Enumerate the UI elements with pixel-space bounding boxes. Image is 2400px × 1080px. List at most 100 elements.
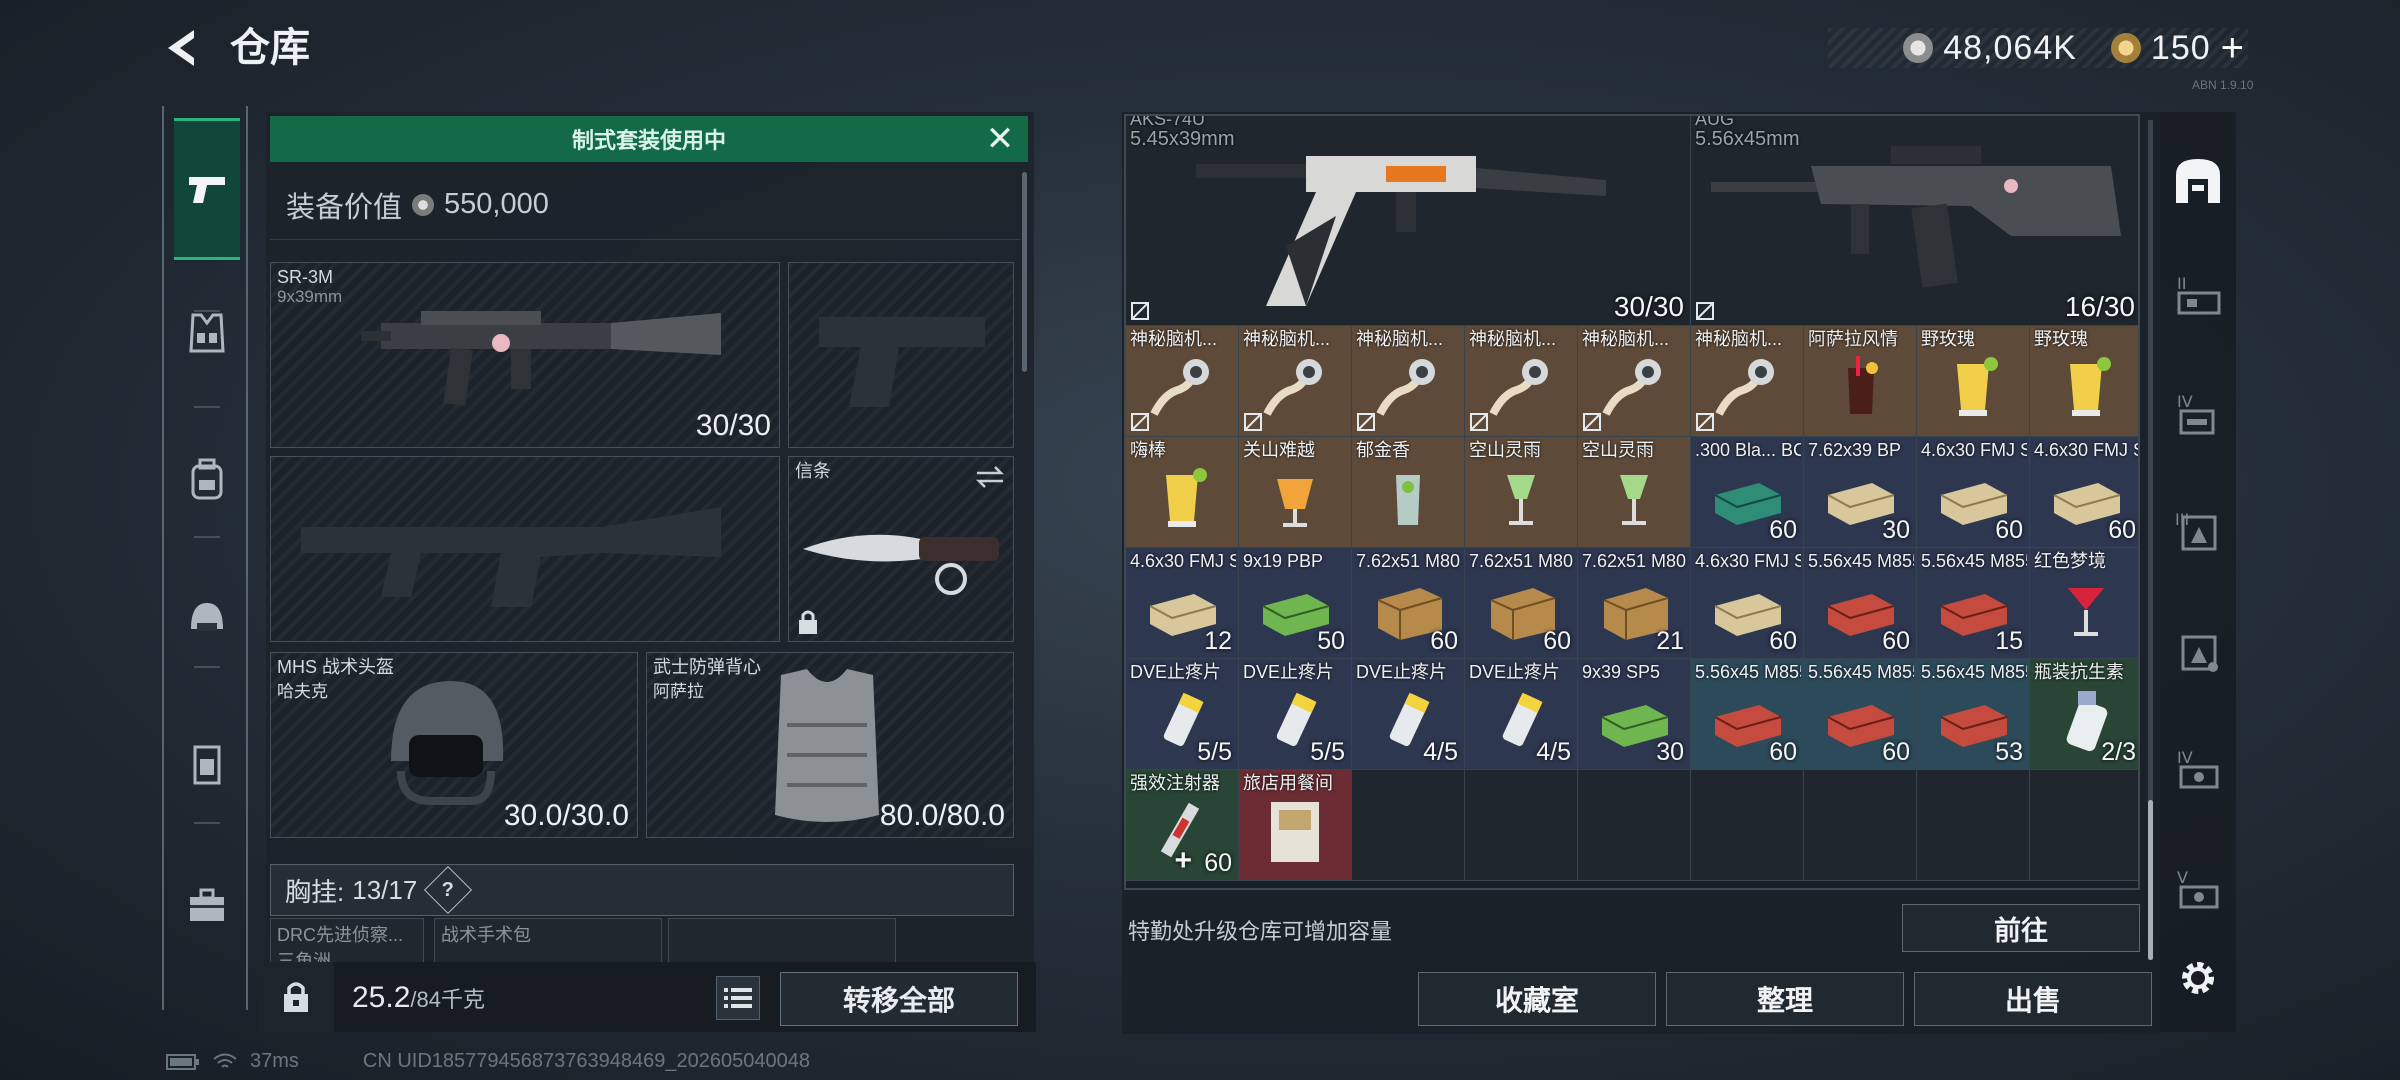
tab-weapons[interactable] (174, 118, 240, 260)
storage-item[interactable]: .300 Bla... BCP FMJ 60 (1691, 437, 1804, 548)
storage-item[interactable]: 空山灵雨 (1578, 437, 1691, 548)
shelf-a-icon (2181, 635, 2218, 672)
storage-item[interactable]: 4.6x30 FMJ SX 60 (1917, 437, 2030, 548)
melee-slot[interactable]: 信条 (788, 456, 1014, 642)
secondary-weapon-slot[interactable] (270, 456, 780, 642)
storage-empty-slot[interactable] (2030, 770, 2138, 881)
storage-item[interactable]: 神秘脑机... (1239, 326, 1352, 437)
tab-case[interactable] (178, 876, 236, 934)
category-rail (162, 106, 248, 1010)
storage-item[interactable]: 神秘脑机... (1126, 326, 1239, 437)
battery-icon (166, 1053, 199, 1070)
svg-text:IV: IV (2177, 748, 2193, 767)
storage-item[interactable]: 5.56x45 M855A1 15 (1917, 548, 2030, 659)
warehouse-v-tab[interactable]: V (2166, 858, 2230, 922)
storage-item[interactable]: 4.6x30 FMJ SX 60 (2030, 437, 2138, 548)
storage-item[interactable]: 野玫瑰 (1917, 326, 2030, 437)
item-quantity: 5/5 (1197, 738, 1232, 766)
storage-item[interactable]: 强效注射器 +60 (1126, 770, 1239, 881)
primary-weapon-slot[interactable]: SR-3M 9x39mm 30/30 (270, 262, 780, 448)
storage-item[interactable]: 神秘脑机... (1691, 326, 1804, 437)
storage-item[interactable]: 旅店用餐间 (1239, 770, 1352, 881)
help-button[interactable]: ? (424, 865, 473, 915)
chest-rig-row[interactable]: 胸挂: 13/17 ? (270, 864, 1014, 916)
storage-item[interactable]: 4.6x30 FMJ SX 12 (1126, 548, 1239, 659)
vest-icon (775, 669, 879, 822)
armor-slot[interactable]: 武士防弹背心 阿萨拉 80.0/80.0 (646, 652, 1014, 838)
storage-item[interactable]: DVE止疼片 4/5 (1352, 659, 1465, 770)
tab-backpack[interactable] (178, 450, 236, 508)
storage-item[interactable]: 关山难越 (1239, 437, 1352, 548)
storage-item[interactable]: 野玫瑰 (2030, 326, 2138, 437)
storage-item[interactable]: 瓶装抗生素 2/3 (2030, 659, 2138, 770)
close-banner-button[interactable]: ✕ (980, 122, 1020, 156)
item-name: DVE止疼片 (1356, 662, 1448, 682)
storage-empty-slot[interactable] (1465, 770, 1578, 881)
storage-scrollbar-thumb[interactable] (2148, 800, 2153, 960)
storage-item[interactable]: 7.62x51 M80 60 (1352, 548, 1465, 659)
storage-item[interactable]: 阿萨拉风情 (1804, 326, 1917, 437)
pouch-slot[interactable] (668, 918, 896, 964)
item-quantity: 12 (1204, 627, 1232, 655)
helmet-slot[interactable]: MHS 战术头盔 哈夫克 30.0/30.0 (270, 652, 638, 838)
plus-icon: + (1174, 844, 1192, 877)
storage-item[interactable]: 5.56x45 M855 60 (1691, 659, 1804, 770)
storage-empty-slot[interactable] (1804, 770, 1917, 881)
storage-item[interactable]: 5.56x45 M855 60 (1804, 659, 1917, 770)
weight-lock-button[interactable] (258, 962, 334, 1032)
storage-item[interactable]: 郁金香 (1352, 437, 1465, 548)
item-name: 空山灵雨 (1582, 440, 1654, 460)
storage-item[interactable]: 7.62x51 M80 60 (1465, 548, 1578, 659)
sort-button[interactable]: 整理 (1666, 972, 1904, 1026)
storage-item[interactable]: 7.62x39 BP 30 (1804, 437, 1917, 548)
shelf-ii-icon: II (2177, 274, 2221, 315)
settings-button[interactable] (2166, 946, 2230, 1010)
storage-item[interactable]: 4.6x30 FMJ SX 60 (1691, 548, 1804, 659)
sidearm-slot[interactable] (788, 262, 1014, 448)
storage-item[interactable]: 神秘脑机... (1352, 326, 1465, 437)
storage-item[interactable]: 嗨棒 (1126, 437, 1239, 548)
warehouse-iii-tab[interactable]: III (2166, 500, 2230, 564)
tab-helmet[interactable] (178, 590, 236, 648)
storage-weapon-aks74u[interactable]: AKS-74U 5.45x39mm 30/30 (1126, 116, 1691, 326)
storage-empty-slot[interactable] (1578, 770, 1691, 881)
sell-button[interactable]: 出售 (1914, 972, 2152, 1026)
warehouse-iv2-tab[interactable]: IV (2166, 738, 2230, 802)
back-button[interactable] (160, 24, 208, 72)
warehouse-main-tab[interactable] (2166, 148, 2230, 212)
storage-item[interactable]: 7.62x51 M80 21 (1578, 548, 1691, 659)
storage-item[interactable]: DVE止疼片 4/5 (1465, 659, 1578, 770)
storage-item[interactable]: 红色梦境 (2030, 548, 2138, 659)
item-name: 4.6x30 FMJ SX (2034, 440, 2138, 460)
storage-empty-slot[interactable] (1352, 770, 1465, 881)
equipment-scrollbar[interactable] (1022, 172, 1027, 372)
storage-item[interactable]: 空山灵雨 (1465, 437, 1578, 548)
storage-empty-slot[interactable] (1917, 770, 2030, 881)
item-name: 瓶装抗生素 (2034, 662, 2124, 682)
storage-item[interactable]: 9x19 PBP 50 (1239, 548, 1352, 659)
storage-weapon-aug[interactable]: AUG 5.56x45mm 16/30 (1691, 116, 2138, 326)
storage-empty-slot[interactable] (1691, 770, 1804, 881)
warehouse-iv-tab[interactable]: IV (2166, 382, 2230, 446)
goto-button[interactable]: 前往 (1902, 904, 2140, 952)
transfer-all-button[interactable]: 转移全部 (780, 972, 1018, 1026)
swap-icon[interactable] (975, 465, 1005, 489)
card-icon (1257, 798, 1335, 864)
tab-chest-rig[interactable] (178, 304, 236, 362)
storage-item[interactable]: 9x39 SP5 30 (1578, 659, 1691, 770)
list-view-button[interactable] (716, 976, 760, 1020)
storage-item[interactable]: 5.56x45 M855A1 60 (1804, 548, 1917, 659)
weapon-count: 30/30 (1613, 291, 1684, 322)
pouch-slot[interactable]: DRC先进侦察... 三角洲 (270, 918, 424, 964)
tab-armor[interactable] (178, 736, 236, 794)
pouch-slot[interactable]: 战术手术包 (434, 918, 662, 964)
storage-item[interactable]: DVE止疼片 5/5 (1126, 659, 1239, 770)
add-currency-button[interactable]: + (2221, 28, 2244, 68)
storage-item[interactable]: 神秘脑机... (1578, 326, 1691, 437)
storage-item[interactable]: 神秘脑机... (1465, 326, 1578, 437)
storage-item[interactable]: 5.56x45 M855 53 (1917, 659, 2030, 770)
collection-room-button[interactable]: 收藏室 (1418, 972, 1656, 1026)
warehouse-a-tab[interactable] (2166, 620, 2230, 684)
warehouse-ii-tab[interactable]: II (2166, 264, 2230, 328)
storage-item[interactable]: DVE止疼片 5/5 (1239, 659, 1352, 770)
